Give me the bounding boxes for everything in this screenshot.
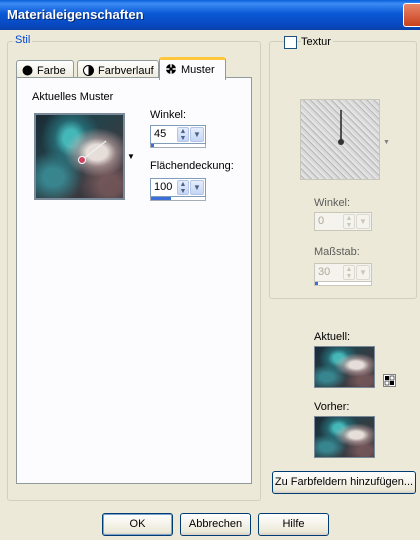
angle-spin-arrows-icon[interactable]: ▲ ▼ [177, 127, 189, 142]
coverage-slider-fill [151, 197, 171, 200]
angle-value: 45 [154, 128, 167, 140]
close-icon[interactable] [403, 3, 420, 27]
swap-grid-icon[interactable] [383, 374, 396, 387]
pattern-dropdown-icon[interactable]: ▼ [127, 152, 135, 161]
stil-legend: Stil [13, 34, 33, 46]
window-title: Materialeigenschaften [7, 7, 144, 22]
previous-label: Vorher: [314, 401, 350, 413]
texture-scale-dropdown-icon: ▼ [356, 265, 370, 280]
previous-swatch[interactable] [314, 416, 375, 458]
pattern-handle-icon [78, 140, 107, 164]
texture-angle-label: Winkel: [314, 197, 351, 209]
angle-slider-fill [151, 144, 155, 147]
texture-scale-slider-fill [315, 282, 318, 285]
texture-label: Textur [301, 36, 333, 48]
add-to-swatches-button[interactable]: Zu Farbfeldern hinzufügen... [272, 471, 416, 494]
coverage-slider[interactable] [150, 197, 206, 201]
texture-angle-spin-arrows-icon: ▲ ▼ [343, 214, 355, 229]
coverage-spin-arrows-icon[interactable]: ▲ ▼ [177, 180, 189, 195]
texture-scale-slider [314, 282, 372, 286]
texture-dropdown-icon: ▼ [383, 139, 390, 146]
texture-angle-stepper: 0 ▲ ▼ ▼ [314, 212, 372, 231]
ok-button[interactable]: OK [102, 513, 173, 536]
angle-label: Winkel: [150, 109, 187, 121]
texture-scale-value: 30 [318, 266, 331, 278]
angle-slider[interactable] [150, 144, 206, 148]
cancel-button[interactable]: Abbrechen [180, 513, 251, 536]
tab-muster[interactable]: Muster [159, 57, 226, 80]
texture-scale-spin-arrows-icon: ▲ ▼ [343, 265, 355, 280]
current-pattern-label: Aktuelles Muster [32, 91, 114, 103]
coverage-label: Flächendeckung: [150, 160, 234, 172]
texture-angle-value: 0 [318, 215, 325, 227]
title-bar: Materialeigenschaften [0, 0, 420, 30]
muster-panel: Aktuelles Muster ▼ Winkel: 45 ▲ ▼ ▼ Fläch… [16, 77, 252, 484]
current-label: Aktuell: [314, 331, 351, 343]
coverage-stepper[interactable]: 100 ▲ ▼ ▼ [150, 178, 206, 197]
coverage-value: 100 [154, 181, 173, 193]
texture-scale-label: Maßstab: [314, 246, 360, 258]
tab-muster-label: Muster [181, 64, 215, 76]
tab-farbe-label: Farbe [37, 65, 66, 77]
texture-angle-dropdown-icon: ▼ [356, 214, 370, 229]
texture-preview [300, 99, 380, 180]
texture-handle-icon [338, 110, 344, 145]
coverage-dropdown-icon[interactable]: ▼ [190, 180, 204, 195]
texture-checkbox[interactable] [284, 36, 297, 49]
current-swatch [314, 346, 375, 388]
help-button[interactable]: Hilfe [258, 513, 329, 536]
angle-stepper[interactable]: 45 ▲ ▼ ▼ [150, 125, 206, 144]
angle-dropdown-icon[interactable]: ▼ [190, 127, 204, 142]
pattern-swatch[interactable] [34, 113, 125, 200]
texture-scale-stepper: 30 ▲ ▼ ▼ [314, 263, 372, 282]
pattern-crosshair-icon [165, 63, 177, 78]
tab-farbverlauf-label: Farbverlauf [98, 65, 154, 77]
